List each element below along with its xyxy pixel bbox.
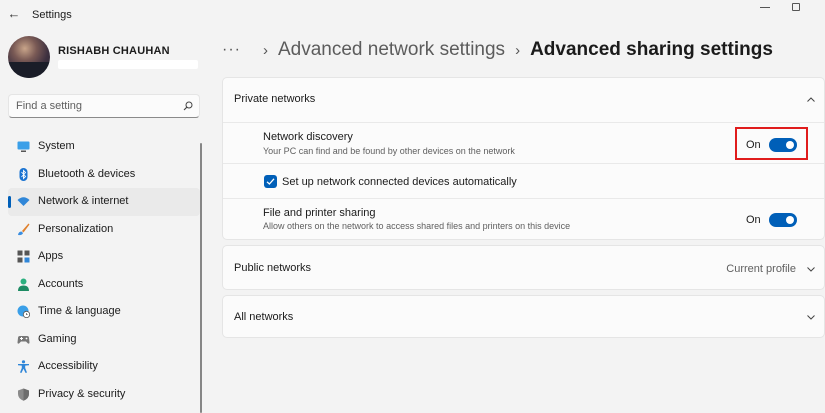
page-title: Advanced sharing settings [530,39,773,60]
monitor-icon [17,141,30,152]
sidebar-nav: System Bluetooth & devices Network & int… [8,133,200,408]
apps-icon [17,250,30,263]
back-arrow-icon[interactable]: ← [6,6,22,22]
bluetooth-icon [19,167,28,181]
chevron-down-icon[interactable] [807,265,815,273]
title-bar: ← Settings [0,0,825,30]
network-discovery-row: Network discovery Your PC can find and b… [223,122,824,163]
public-networks-title: Public networks [234,262,312,274]
current-profile-label: Current profile [726,263,796,275]
sidebar-item-label: Personalization [38,222,114,235]
sidebar-item-bluetooth[interactable]: Bluetooth & devices [8,161,200,189]
auto-setup-label[interactable]: Set up network connected devices automat… [282,176,517,188]
chevron-up-icon[interactable] [807,96,815,104]
auto-setup-row: Set up network connected devices automat… [223,163,824,198]
sidebar-item-label: Accounts [38,277,84,290]
sidebar-item-label: System [38,140,75,152]
minimize-button[interactable] [758,2,772,12]
file-printer-sharing-toggle-label: On [746,214,761,226]
public-networks-card[interactable]: Public networks Current profile [222,245,825,290]
sidebar-item-label: Bluetooth & devices [38,167,136,180]
sidebar-item-personalization[interactable]: Personalization [8,216,200,244]
sidebar-item-accessibility[interactable]: Accessibility [8,353,200,381]
all-networks-card[interactable]: All networks [222,295,825,338]
chevron-right-icon: › [262,41,268,59]
shield-icon [18,388,29,401]
avatar[interactable] [8,36,50,78]
sidebar-scrollbar[interactable] [200,143,202,413]
chevron-down-icon[interactable] [807,313,815,321]
file-printer-sharing-row: File and printer sharing Allow others on… [223,198,824,238]
search-input[interactable] [16,100,176,112]
file-printer-sharing-toggle[interactable] [769,213,797,227]
sidebar-item-gaming[interactable]: Gaming [8,326,200,354]
sidebar-item-label: Time & language [38,305,121,317]
search-icon[interactable] [183,101,193,111]
user-name: RISHABH CHAUHAN [58,45,170,57]
sidebar-item-time-language[interactable]: Time & language [8,298,200,326]
breadcrumb-parent-link[interactable]: Advanced network settings [278,39,505,61]
wifi-icon [17,197,30,206]
user-email-redacted [58,60,198,69]
sidebar-item-label: Gaming [38,332,77,345]
chevron-right-icon: › [515,41,521,59]
network-discovery-description: Your PC can find and be found by other d… [263,146,515,156]
gamepad-icon [17,335,30,344]
sidebar-item-network[interactable]: Network & internet [8,188,200,216]
file-printer-sharing-title: File and printer sharing [263,207,376,219]
file-printer-sharing-description: Allow others on the network to access sh… [263,221,571,231]
sidebar-item-label: Network & internet [38,195,129,207]
sidebar-item-label: Accessibility [38,360,98,372]
accessibility-icon [18,360,29,373]
sidebar-item-label: Apps [38,250,64,262]
sidebar-item-privacy-security[interactable]: Privacy & security [8,381,200,409]
app-title: Settings [32,9,72,21]
sidebar-item-label: Privacy & security [38,387,126,400]
globe-clock-icon [17,305,30,318]
search-box[interactable] [8,94,200,118]
breadcrumb: ··· › Advanced network settings › Advanc… [222,36,773,64]
maximize-button[interactable] [792,3,800,11]
auto-setup-checkbox[interactable] [264,175,277,188]
breadcrumb-more-button[interactable]: ··· [222,41,241,59]
network-discovery-title: Network discovery [263,131,353,143]
sidebar-item-system[interactable]: System [8,133,200,161]
brush-icon [18,223,30,235]
private-networks-header[interactable]: Private networks [223,78,824,122]
checkmark-icon [266,178,275,185]
person-icon [18,278,29,291]
sidebar-item-apps[interactable]: Apps [8,243,200,271]
sidebar-item-accounts[interactable]: Accounts [8,271,200,299]
highlight-box [735,127,808,160]
all-networks-title: All networks [234,311,294,323]
private-networks-title: Private networks [234,93,316,105]
